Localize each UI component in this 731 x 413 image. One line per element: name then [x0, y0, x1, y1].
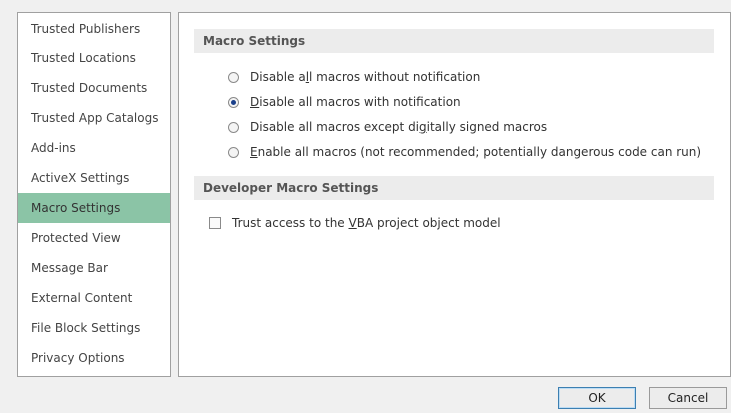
- sidebar-item-external-content[interactable]: External Content: [18, 283, 170, 313]
- option-label: Disable all macros with notification: [250, 95, 461, 109]
- sidebar-item-macro-settings[interactable]: Macro Settings: [18, 193, 170, 223]
- cancel-button[interactable]: Cancel: [649, 387, 727, 409]
- sidebar-item-file-block-settings[interactable]: File Block Settings: [18, 313, 170, 343]
- sidebar-item-trusted-app-catalogs[interactable]: Trusted App Catalogs: [18, 103, 170, 133]
- radio-disable-except-signed[interactable]: Disable all macros except digitally sign…: [228, 120, 547, 134]
- sidebar-item-privacy-options[interactable]: Privacy Options: [18, 343, 170, 373]
- sidebar-item-trusted-publishers[interactable]: Trusted Publishers: [18, 13, 170, 43]
- radio-disable-no-notification[interactable]: Disable all macros without notification: [228, 70, 480, 84]
- checkbox[interactable]: [209, 217, 221, 229]
- sidebar-item-add-ins[interactable]: Add-ins: [18, 133, 170, 163]
- option-label: Trust access to the VBA project object m…: [232, 216, 501, 230]
- radio-button-selected[interactable]: [228, 96, 239, 108]
- sidebar-item-trusted-documents[interactable]: Trusted Documents: [18, 73, 170, 103]
- sidebar-item-message-bar[interactable]: Message Bar: [18, 253, 170, 283]
- radio-button[interactable]: [228, 146, 239, 158]
- option-label: Disable all macros without notification: [250, 70, 481, 84]
- settings-panel: Macro Settings Disable all macros withou…: [178, 12, 731, 377]
- radio-enable-all-macros[interactable]: Enable all macros (not recommended; pote…: [228, 145, 701, 159]
- option-label: Disable all macros except digitally sign…: [250, 120, 548, 134]
- sidebar-item-protected-view[interactable]: Protected View: [18, 223, 170, 253]
- radio-button[interactable]: [228, 71, 239, 83]
- radio-button[interactable]: [228, 121, 239, 133]
- sidebar-item-trusted-locations[interactable]: Trusted Locations: [18, 43, 170, 73]
- checkbox-trust-vba[interactable]: Trust access to the VBA project object m…: [209, 216, 501, 230]
- option-label: Enable all macros (not recommended; pote…: [250, 145, 702, 159]
- ok-button[interactable]: OK: [558, 387, 636, 409]
- sidebar-item-activex-settings[interactable]: ActiveX Settings: [18, 163, 170, 193]
- developer-macro-settings-header: Developer Macro Settings: [194, 176, 714, 200]
- macro-settings-header: Macro Settings: [194, 29, 714, 53]
- category-list: Trusted Publishers Trusted Locations Tru…: [17, 12, 171, 377]
- radio-disable-with-notification[interactable]: Disable all macros with notification: [228, 95, 461, 109]
